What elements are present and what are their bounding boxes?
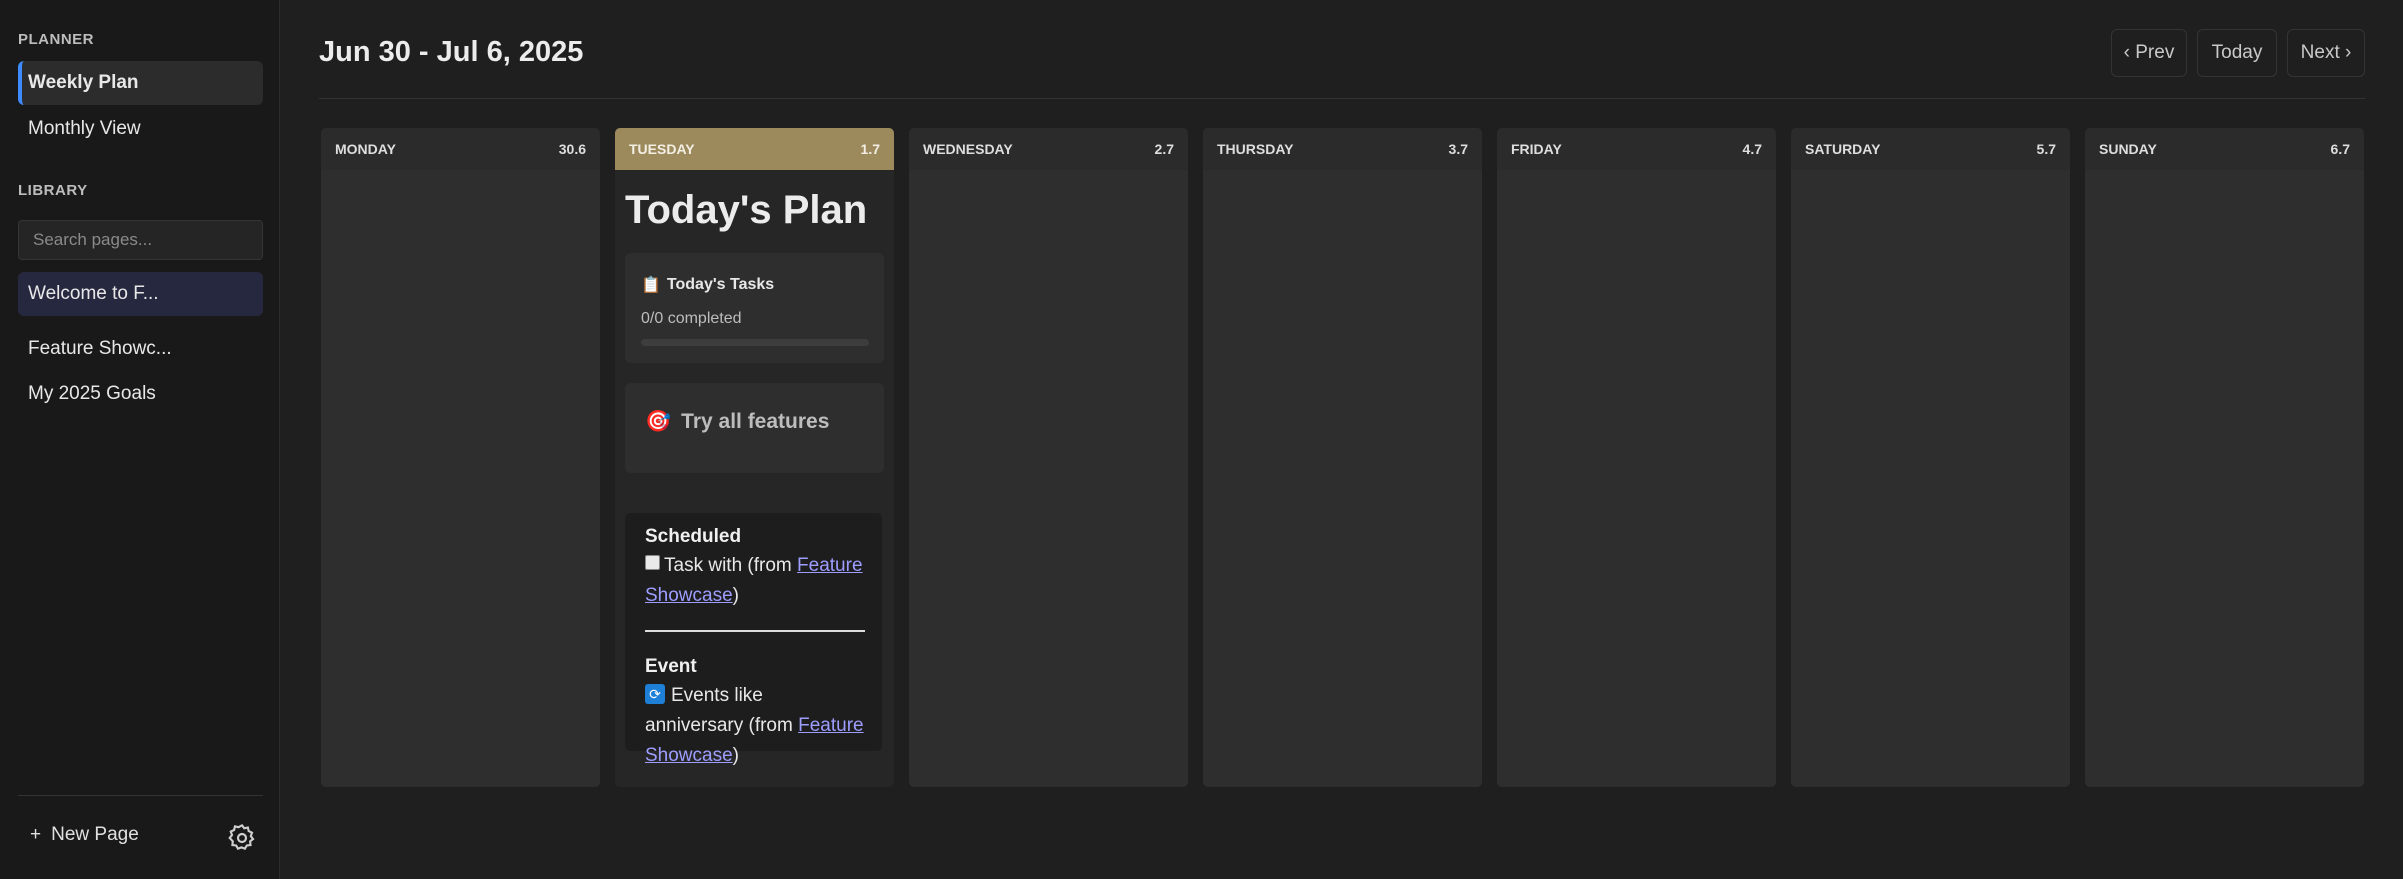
day-column-saturday[interactable]: SATURDAY 5.7 — [1791, 128, 2070, 787]
scheduled-task-item: Task with (from Feature Showcase) — [645, 551, 865, 611]
day-date: 2.7 — [1154, 141, 1174, 157]
day-body[interactable] — [1791, 170, 2070, 787]
day-header: FRIDAY 4.7 — [1497, 128, 1776, 170]
day-name: TUESDAY — [629, 141, 695, 157]
day-body[interactable] — [1497, 170, 1776, 787]
sidebar-item-weekly-plan[interactable]: Weekly Plan — [18, 61, 263, 105]
gear-icon[interactable] — [226, 822, 258, 854]
repeat-icon: ⟳ — [645, 683, 665, 704]
try-features-row: 🎯 Try all features — [645, 410, 829, 434]
event-text: Events like anniversary (from — [645, 685, 799, 736]
day-body[interactable] — [321, 170, 600, 787]
day-body[interactable] — [2085, 170, 2364, 787]
day-date: 30.6 — [558, 141, 586, 157]
day-column-wednesday[interactable]: WEDNESDAY 2.7 — [909, 128, 1188, 787]
day-name: WEDNESDAY — [923, 141, 1013, 157]
day-name: SUNDAY — [2099, 141, 2157, 157]
todays-tasks-card[interactable]: 📋 Today's Tasks 0/0 completed — [625, 253, 884, 363]
week-range-title: Jun 30 - Jul 6, 2025 — [319, 36, 584, 68]
today-button[interactable]: Today — [2197, 29, 2277, 77]
new-page-button[interactable]: + New Page — [30, 824, 139, 846]
day-column-tuesday[interactable]: TUESDAY 1.7 Today's Plan 📋 Today's Tasks… — [615, 128, 894, 787]
day-column-monday[interactable]: MONDAY 30.6 — [321, 128, 600, 787]
task-close-paren: ) — [732, 585, 739, 606]
day-date: 3.7 — [1448, 141, 1468, 157]
planner-section-title: PLANNER — [18, 31, 95, 48]
sidebar-page-feature-showcase[interactable]: Feature Showc... — [18, 327, 263, 371]
day-header: SATURDAY 5.7 — [1791, 128, 2070, 170]
event-heading: Event — [645, 656, 697, 677]
day-body[interactable] — [1203, 170, 1482, 787]
sidebar: PLANNER Weekly Plan Monthly View LIBRARY… — [0, 0, 280, 879]
clipboard-icon: 📋 — [641, 277, 661, 294]
try-features-card[interactable]: 🎯 Try all features — [625, 383, 884, 473]
scheduled-panel: Scheduled Task with (from Feature Showca… — [625, 513, 882, 766]
header-divider — [319, 98, 2365, 99]
day-column-thursday[interactable]: THURSDAY 3.7 — [1203, 128, 1482, 787]
day-name: THURSDAY — [1217, 141, 1294, 157]
target-icon: 🎯 — [645, 410, 672, 433]
day-header: WEDNESDAY 2.7 — [909, 128, 1188, 170]
day-column-friday[interactable]: FRIDAY 4.7 — [1497, 128, 1776, 787]
tasks-completed-status: 0/0 completed — [641, 310, 742, 327]
day-header: THURSDAY 3.7 — [1203, 128, 1482, 170]
day-header: MONDAY 30.6 — [321, 128, 600, 170]
day-body[interactable] — [909, 170, 1188, 787]
sidebar-page-welcome[interactable]: Welcome to F... — [18, 272, 263, 316]
day-name: SATURDAY — [1805, 141, 1881, 157]
event-close-paren: ) — [732, 745, 739, 766]
sidebar-footer-divider — [18, 795, 263, 796]
scheduled-divider — [645, 630, 865, 632]
try-features-label: Try all features — [681, 410, 830, 433]
day-column-sunday[interactable]: SUNDAY 6.7 — [2085, 128, 2364, 787]
tasks-card-title: 📋 Today's Tasks — [641, 275, 774, 295]
event-item: ⟳ Events like anniversary (from Feature S… — [645, 681, 865, 771]
day-date: 5.7 — [2036, 141, 2056, 157]
day-date: 4.7 — [1742, 141, 1762, 157]
day-date: 6.7 — [2330, 141, 2350, 157]
scheduled-heading: Scheduled — [645, 526, 742, 547]
tasks-card-label: Today's Tasks — [666, 276, 775, 293]
day-name: MONDAY — [335, 141, 396, 157]
search-pages-input[interactable] — [18, 220, 263, 260]
plus-icon: + — [30, 824, 42, 845]
sidebar-page-2025-goals[interactable]: My 2025 Goals — [18, 372, 263, 416]
new-page-label: New Page — [51, 824, 139, 845]
task-checkbox[interactable] — [645, 555, 660, 571]
prev-week-button[interactable]: ‹ Prev — [2111, 29, 2187, 77]
todays-plan-title: Today's Plan — [625, 188, 868, 232]
next-week-button[interactable]: Next › — [2287, 29, 2365, 77]
sidebar-item-monthly-view[interactable]: Monthly View — [18, 107, 263, 151]
day-date: 1.7 — [860, 141, 880, 157]
day-header: SUNDAY 6.7 — [2085, 128, 2364, 170]
task-text: Task with (from — [664, 555, 798, 576]
day-header: TUESDAY 1.7 — [615, 128, 894, 170]
library-section-title: LIBRARY — [18, 182, 88, 199]
tasks-progress-bar — [641, 339, 869, 346]
day-name: FRIDAY — [1511, 141, 1562, 157]
